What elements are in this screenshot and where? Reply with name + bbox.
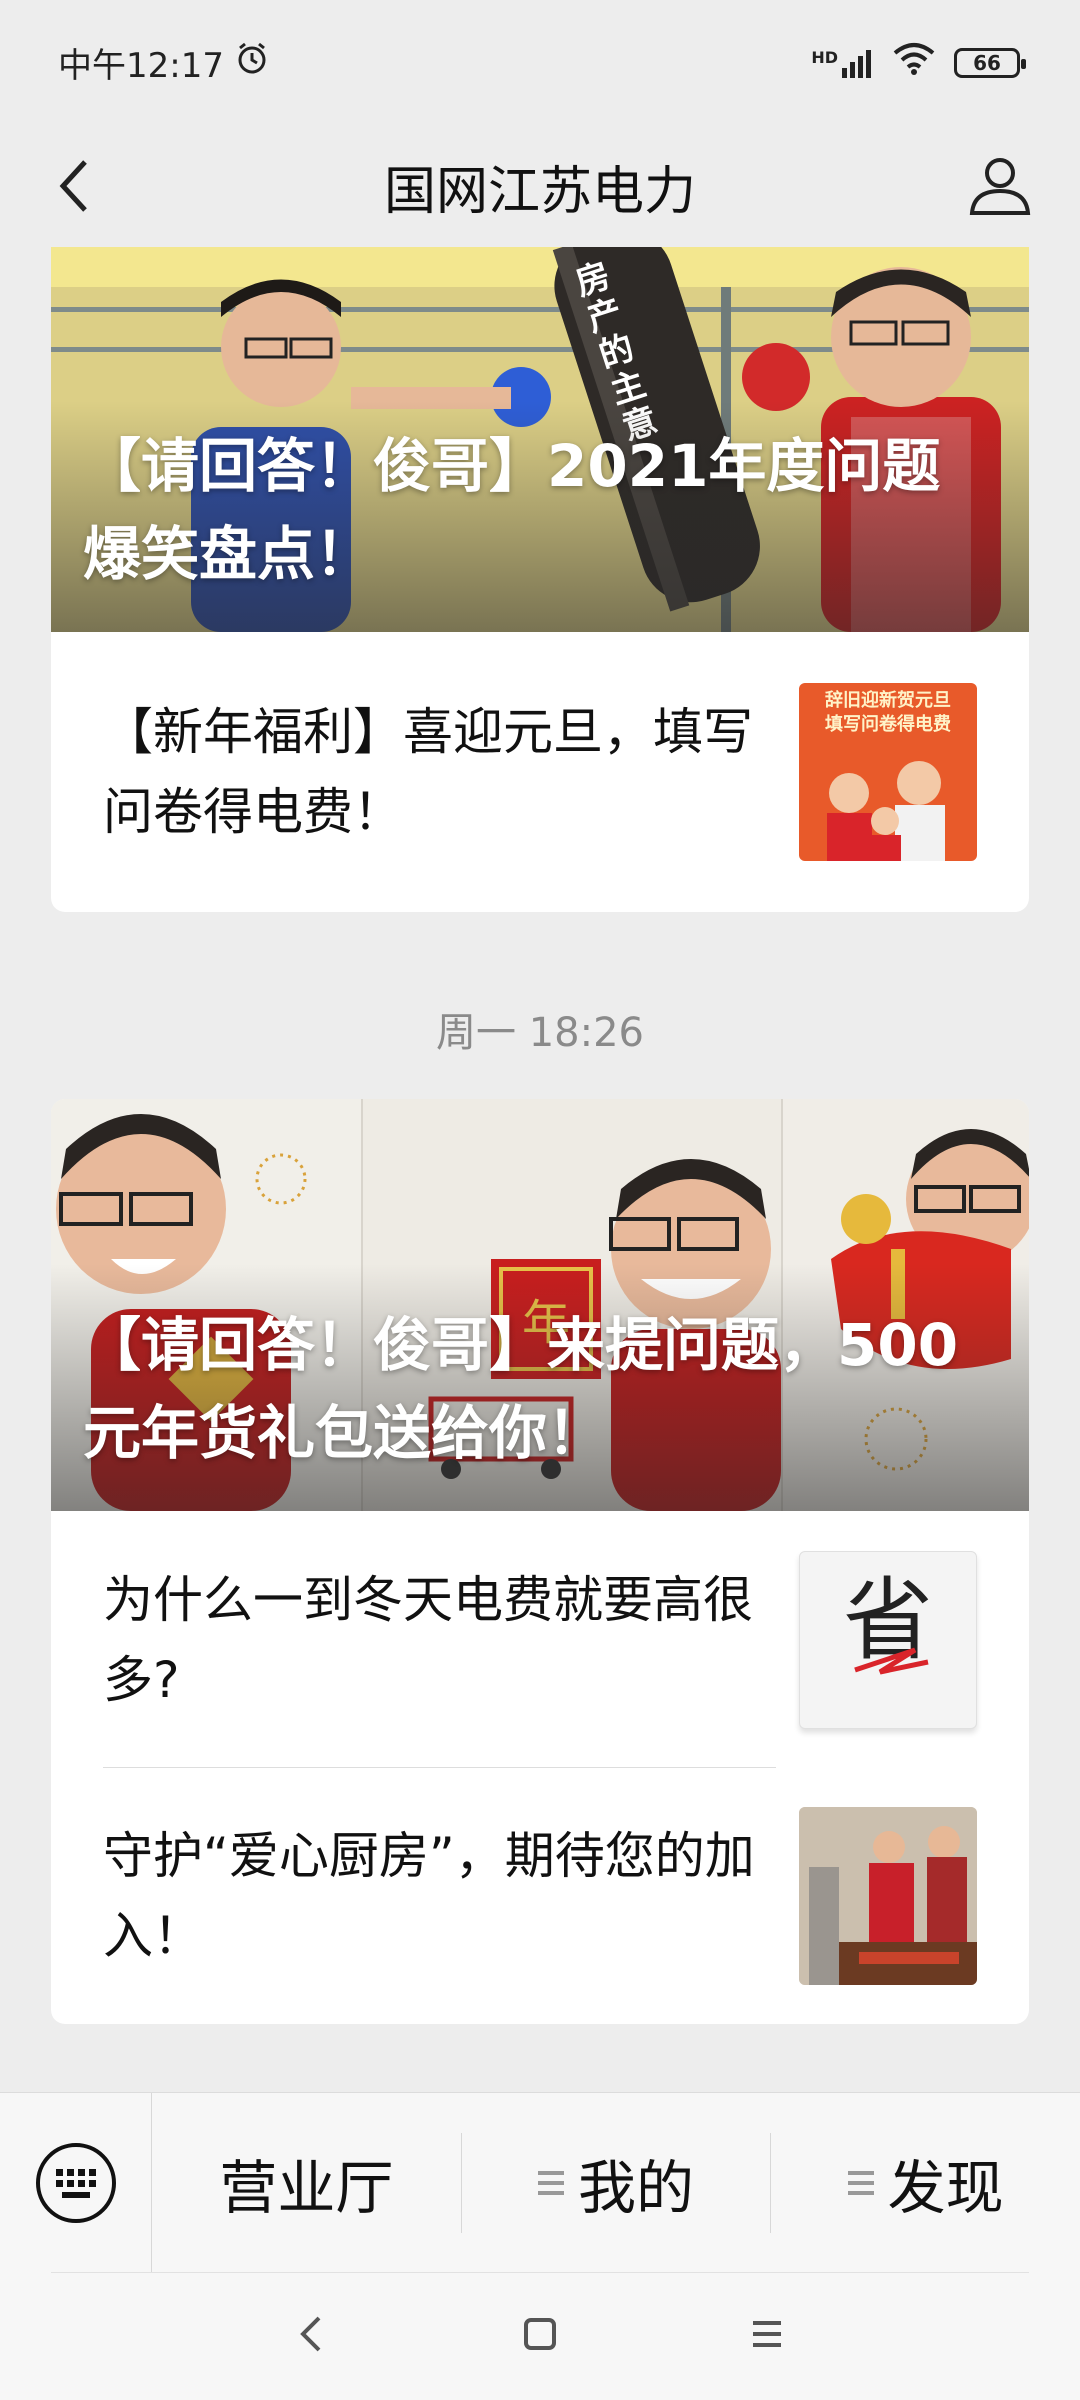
- status-left: 中午12:17: [58, 38, 270, 87]
- system-recents-button[interactable]: [747, 2314, 787, 2358]
- article-hero[interactable]: 房产的主意 【请回答！俊哥】2021年度问题爆笑盘点！: [51, 247, 1029, 632]
- lightning-icon: [854, 1647, 929, 1674]
- divider: [51, 2272, 1029, 2273]
- kitchen-photo: [799, 1807, 977, 1985]
- list-item-thumbnail: 省: [799, 1550, 977, 1729]
- official-account-menu: 营业厅 我的 发现: [0, 2092, 1080, 2273]
- article-hero[interactable]: 年 【请回答！俊哥】来提问题，500元年货礼包送给你！: [51, 1099, 1029, 1511]
- menu-item-label: 我的: [578, 2153, 695, 2222]
- menu-item-hall[interactable]: 营业厅: [152, 2132, 462, 2233]
- menu-item-label: 发现: [887, 2153, 1004, 2222]
- square-icon: [523, 2318, 556, 2350]
- article-card: 房产的主意 【请回答！俊哥】2021年度问题爆笑盘点！ 【新年福利】喜迎元旦，填…: [51, 247, 1029, 912]
- network-type-label: HD: [811, 47, 838, 67]
- list-item-title: 守护“爱心厨房”，期待您的加入！: [103, 1827, 755, 1965]
- profile-button[interactable]: [960, 145, 1040, 225]
- person-icon: [969, 158, 1031, 215]
- back-button[interactable]: [40, 151, 110, 221]
- keyboard-toggle-button[interactable]: [0, 2092, 152, 2273]
- list-item-title: 【新年福利】喜迎元旦，填写问卷得电费！: [103, 703, 753, 841]
- status-right: HD 66: [811, 41, 1026, 84]
- nav-bar: 国网江苏电力: [0, 125, 1080, 247]
- submenu-icon: [847, 2170, 874, 2195]
- keyboard-icon: [35, 2142, 116, 2223]
- hero-title: 【请回答！俊哥】2021年度问题爆笑盘点！: [83, 432, 941, 588]
- status-bar: 中午12:17 HD 66: [0, 0, 1080, 125]
- submenu-icon: [538, 2170, 564, 2195]
- hero-title: 【请回答！俊哥】来提问题，500元年货礼包送给你！: [83, 1311, 959, 1467]
- article-card: 年 【请回答！俊哥】来提问题，500元年货礼包送给你！: [51, 1099, 1029, 2024]
- status-time: 中午12:17: [58, 46, 224, 86]
- menu-item-label: 营业厅: [219, 2153, 394, 2222]
- list-item-thumbnail: [799, 1807, 977, 1985]
- battery-icon: 66: [954, 47, 1026, 78]
- alarm-icon: [234, 40, 270, 85]
- menu-item-mine[interactable]: 我的: [462, 2132, 772, 2233]
- chevron-left-icon: [300, 2316, 321, 2352]
- chevron-left-icon: [59, 160, 87, 212]
- list-item-thumbnail: 辞旧迎新贺元旦 填写问卷得电费: [799, 683, 977, 861]
- list-item[interactable]: 【新年福利】喜迎元旦，填写问卷得电费！ 辞旧迎新贺元旦 填写问卷得电费: [51, 632, 1029, 912]
- system-navigation-bar: [0, 2272, 1080, 2400]
- signal-icon: HD: [811, 48, 874, 78]
- message-timestamp: 周一 18:26: [436, 1010, 644, 1056]
- list-item[interactable]: 守护“爱心厨房”，期待您的加入！: [51, 1768, 1029, 2024]
- message-feed[interactable]: 房产的主意 【请回答！俊哥】2021年度问题爆笑盘点！ 【新年福利】喜迎元旦，填…: [0, 247, 1080, 2092]
- battery-level: 66: [973, 50, 1001, 75]
- page-title: 国网江苏电力: [383, 161, 696, 222]
- menu-item-discover[interactable]: 发现: [771, 2133, 1080, 2233]
- list-item-title: 为什么一到冬天电费就要高很多?: [103, 1570, 753, 1709]
- family-illustration: [827, 761, 945, 861]
- system-home-button[interactable]: [520, 2314, 560, 2358]
- list-item[interactable]: 为什么一到冬天电费就要高很多? 省: [51, 1511, 1029, 1768]
- menu-icon: [752, 2321, 781, 2347]
- system-back-button[interactable]: [293, 2312, 333, 2360]
- wifi-icon: [892, 41, 936, 84]
